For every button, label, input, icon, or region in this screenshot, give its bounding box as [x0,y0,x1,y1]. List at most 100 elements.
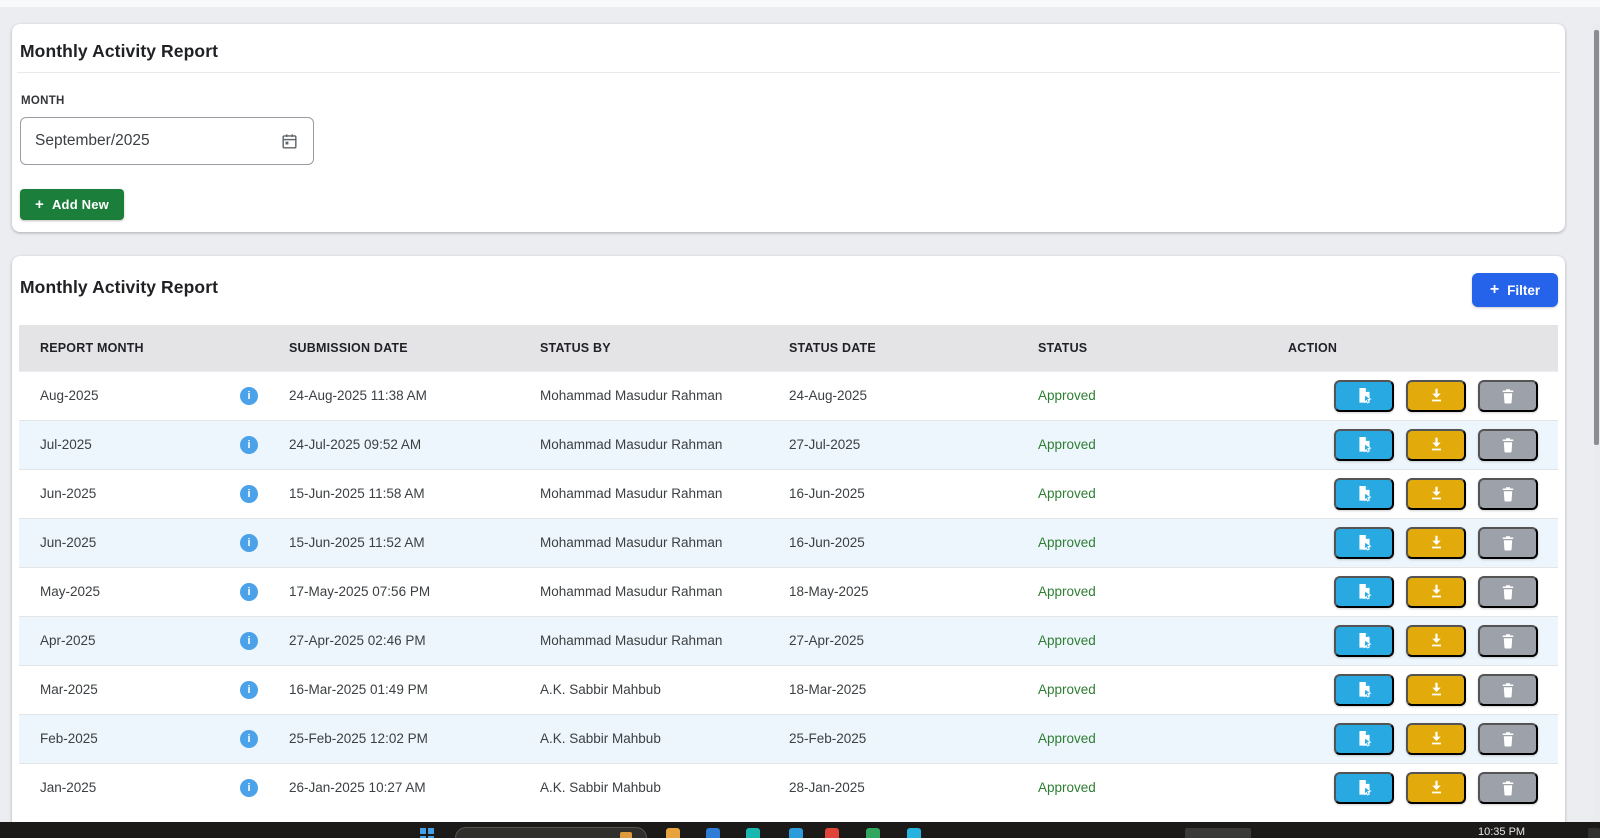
download-icon [1427,582,1446,601]
view-report-icon [1355,778,1374,797]
action-cell [1267,371,1558,420]
folder-icon[interactable] [666,828,680,838]
status-by-value: Mohammad Masudur Rahman [540,437,722,452]
app-cyan-icon[interactable] [907,828,921,838]
month-picker-input[interactable]: September/2025 [20,117,314,165]
app-teal-icon[interactable] [746,828,760,838]
report-month-cell: Jun-2025 i [19,518,268,567]
status-date-value: 18-May-2025 [789,584,869,599]
month-field-label: MONTH [21,95,65,107]
report-month-cell: Jul-2025 i [19,420,268,469]
info-icon[interactable]: i [240,534,258,552]
report-month-cell: Jan-2025 i [19,763,268,812]
table-row: Aug-2025 i 24-Aug-2025 11:38 AM Mohammad… [19,371,1558,420]
download-icon [1427,386,1446,405]
app-green-icon[interactable] [866,828,880,838]
delete-button[interactable] [1478,723,1538,755]
download-button[interactable] [1406,576,1466,608]
status-cell: Approved [1017,665,1267,714]
view-report-button[interactable] [1334,478,1394,510]
add-new-label: Add New [52,197,109,212]
status-cell: Approved [1017,763,1267,812]
info-icon[interactable]: i [240,436,258,454]
submission-date-value: 24-Jul-2025 09:52 AM [289,437,421,452]
view-report-button[interactable] [1334,625,1394,657]
info-icon[interactable]: i [240,632,258,650]
info-icon[interactable]: i [240,485,258,503]
download-icon [1427,729,1446,748]
calendar-icon[interactable] [280,132,299,151]
report-month-value: Jul-2025 [40,437,92,452]
delete-button[interactable] [1478,380,1538,412]
submission-date-value: 24-Aug-2025 11:38 AM [289,388,427,403]
app-lightblue-icon[interactable] [789,828,803,838]
status-by-value: Mohammad Masudur Rahman [540,633,722,648]
delete-button[interactable] [1478,576,1538,608]
trash-icon [1499,730,1517,748]
windows-start-icon[interactable] [420,828,435,838]
status-badge: Approved [1038,584,1096,599]
submission-date-cell: 15-Jun-2025 11:52 AM [268,518,519,567]
scrollbar-thumb[interactable] [1594,30,1599,445]
delete-button[interactable] [1478,772,1538,804]
trash-icon [1499,485,1517,503]
download-button[interactable] [1406,527,1466,559]
taskbar-app-tile[interactable] [1185,828,1251,838]
status-badge: Approved [1038,682,1096,697]
submission-date-cell: 24-Aug-2025 11:38 AM [268,371,519,420]
action-cell [1267,469,1558,518]
column-header-submission-date: SUBMISSION DATE [268,325,519,371]
action-cell [1267,714,1558,763]
status-badge: Approved [1038,780,1096,795]
view-report-button[interactable] [1334,576,1394,608]
app-red-icon[interactable] [825,828,839,838]
filter-button[interactable]: + Filter [1472,273,1558,307]
table-row: Apr-2025 i 27-Apr-2025 02:46 PM Mohammad… [19,616,1558,665]
action-cell [1267,518,1558,567]
taskbar-search-box[interactable] [455,827,647,838]
search-image-icon[interactable] [620,832,632,838]
delete-button[interactable] [1478,674,1538,706]
download-button[interactable] [1406,478,1466,510]
delete-button[interactable] [1478,625,1538,657]
view-report-icon [1355,631,1374,650]
report-list-card: Monthly Activity Report + Filter REPORT … [12,256,1565,838]
add-new-button[interactable]: + Add New [20,189,124,220]
download-button[interactable] [1406,380,1466,412]
view-report-icon [1355,582,1374,601]
show-desktop-tile[interactable] [1588,828,1600,838]
view-report-button[interactable] [1334,772,1394,804]
download-button[interactable] [1406,429,1466,461]
delete-button[interactable] [1478,478,1538,510]
view-report-button[interactable] [1334,723,1394,755]
download-icon [1427,533,1446,552]
submission-date-cell: 17-May-2025 07:56 PM [268,567,519,616]
view-report-button[interactable] [1334,380,1394,412]
status-by-cell: Mohammad Masudur Rahman [519,616,768,665]
view-report-button[interactable] [1334,429,1394,461]
info-icon[interactable]: i [240,681,258,699]
info-icon[interactable]: i [240,730,258,748]
download-button[interactable] [1406,625,1466,657]
view-report-button[interactable] [1334,527,1394,559]
delete-button[interactable] [1478,527,1538,559]
report-month-cell: Mar-2025 i [19,665,268,714]
delete-button[interactable] [1478,429,1538,461]
app-blue-icon[interactable] [706,828,720,838]
column-header-status: STATUS [1017,325,1267,371]
view-report-button[interactable] [1334,674,1394,706]
table-row: Jan-2025 i 26-Jan-2025 10:27 AM A.K. Sab… [19,763,1558,812]
download-button[interactable] [1406,723,1466,755]
report-month-value: Aug-2025 [40,388,99,403]
info-icon[interactable]: i [240,583,258,601]
taskbar-clock[interactable]: 10:35 PM [1478,826,1525,838]
download-button[interactable] [1406,772,1466,804]
info-icon[interactable]: i [240,387,258,405]
submission-date-cell: 24-Jul-2025 09:52 AM [268,420,519,469]
download-button[interactable] [1406,674,1466,706]
report-month-value: Jun-2025 [40,535,96,550]
status-date-cell: 25-Feb-2025 [768,714,1017,763]
table-row: Mar-2025 i 16-Mar-2025 01:49 PM A.K. Sab… [19,665,1558,714]
info-icon[interactable]: i [240,779,258,797]
page-title: Monthly Activity Report [20,41,218,62]
